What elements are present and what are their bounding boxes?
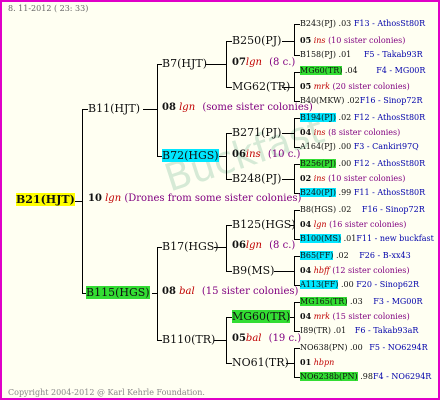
node-gen4-7: MG60(TR) bbox=[232, 310, 291, 323]
gen5-row-14: 04 lgn (16 sister colonies) bbox=[300, 219, 407, 229]
node-gen3-d: B110(TR) bbox=[162, 333, 216, 346]
gen5-row-20: 04 mrk (15 sister colonies) bbox=[300, 311, 410, 321]
node-gen3-c: B17(HGS) bbox=[162, 240, 219, 253]
gen5-row-11: 02 ins (10 sister colonies) bbox=[300, 173, 406, 183]
node-gen2-sire: B115(HGS) bbox=[86, 286, 150, 299]
gen5-row-16: B65(FF) .02 F26 - B-xx43 bbox=[300, 251, 411, 260]
gen5-row-13: B8(HGS) .02 F16 - Sinop72R bbox=[300, 205, 425, 214]
node-gen2-dam: B11(HJT) bbox=[88, 102, 141, 115]
root-year-line: 10 lgn (Drones from some sister colonies… bbox=[88, 193, 301, 204]
node-queen-root: B21(HJT) bbox=[16, 193, 75, 206]
gen5-row-3: B158(PJ) .01 F5 - Takab93R bbox=[300, 50, 423, 59]
copyright: Copyright 2004-2012 @ Karl Kehrle Founda… bbox=[8, 388, 205, 397]
gen4-1-year-line: 07lgn (8 c.) bbox=[232, 57, 296, 68]
root-year: 10 bbox=[88, 193, 102, 204]
node-gen4-2: MG62(TR) bbox=[232, 80, 291, 93]
gen2-dam-year-line: 08 lgn (some sister colonies) bbox=[162, 102, 313, 113]
gen3-b-year-line: 06ins (10 c.) bbox=[232, 149, 301, 160]
gen5-row-12: B240(PJ) .99 F11 - AthosSt80R bbox=[300, 188, 426, 197]
gen5-row-19: MG165(TR) .03 F3 - MG00R bbox=[300, 297, 423, 306]
gen5-row-2: 05 ins (10 sister colonies) bbox=[300, 35, 406, 45]
node-gen4-4: B248(PJ) bbox=[232, 172, 282, 185]
node-gen4-1: B250(PJ) bbox=[232, 34, 282, 47]
node-gen4-8: NO61(TR) bbox=[232, 356, 289, 369]
gen2-sire-year-line: 08 bal (15 sister colonies) bbox=[162, 286, 299, 297]
gen4-7-year-line: 05bal (19 c.) bbox=[232, 333, 302, 344]
gen5-row-5: 05 mrk (20 sister colonies) bbox=[300, 81, 410, 91]
gen5-row-6: B40(MKW) .02F16 - Sinop72R bbox=[300, 96, 423, 105]
node-gen3-b: B72(HGS) bbox=[162, 149, 219, 162]
node-gen4-5: B125(HGS) bbox=[232, 218, 296, 231]
node-gen4-6: B9(MS) bbox=[232, 264, 275, 277]
gen5-row-1: B243(PJ) .03 F13 - AthosSt80R bbox=[300, 19, 426, 28]
gen5-row-17: 04 hbff (12 sister colonies) bbox=[300, 265, 410, 275]
gen5-row-22: NO638(PN) .00 F5 - NO6294R bbox=[300, 343, 428, 352]
gen5-row-10: B256(PJ) .00 F12 - AthosSt80R bbox=[300, 159, 426, 168]
gen5-row-4: MG60(TR) .04 F4 - MG00R bbox=[300, 66, 426, 75]
gen5-row-7: B194(PJ) .02 F12 - AthosSt80R bbox=[300, 113, 426, 122]
root-race: lgn bbox=[105, 193, 122, 204]
node-gen3-a: B7(HJT) bbox=[162, 57, 208, 70]
gen5-row-8: 04 ins (8 sister colonies) bbox=[300, 127, 401, 137]
root-note: (Drones from some sister colonies) bbox=[124, 193, 302, 204]
gen5-row-15: B100(MS) .01F11 - new buckfast bbox=[300, 234, 434, 243]
date-stamp: 8. 11-2012 ( 23: 33) bbox=[8, 4, 89, 13]
gen5-row-23: 01 hbpn bbox=[300, 357, 335, 367]
gen5-row-9: A164(PJ) .00 F3 - Cankiri97Q bbox=[300, 142, 419, 151]
pedigree-frame: Buckfast 8. 11-2012 ( 23: 33) Copyright … bbox=[0, 0, 440, 400]
gen4-5-year-line: 06lgn (8 c.) bbox=[232, 240, 296, 251]
gen5-row-24: NO6238b(PN) .98F4 - NO6294R bbox=[300, 372, 432, 381]
gen5-row-18: A113(FF) .00 F20 - Sinop62R bbox=[300, 280, 420, 289]
gen5-row-21: I89(TR) .01 F6 - Takab93aR bbox=[300, 326, 419, 335]
node-gen4-3: B271(PJ) bbox=[232, 126, 282, 139]
